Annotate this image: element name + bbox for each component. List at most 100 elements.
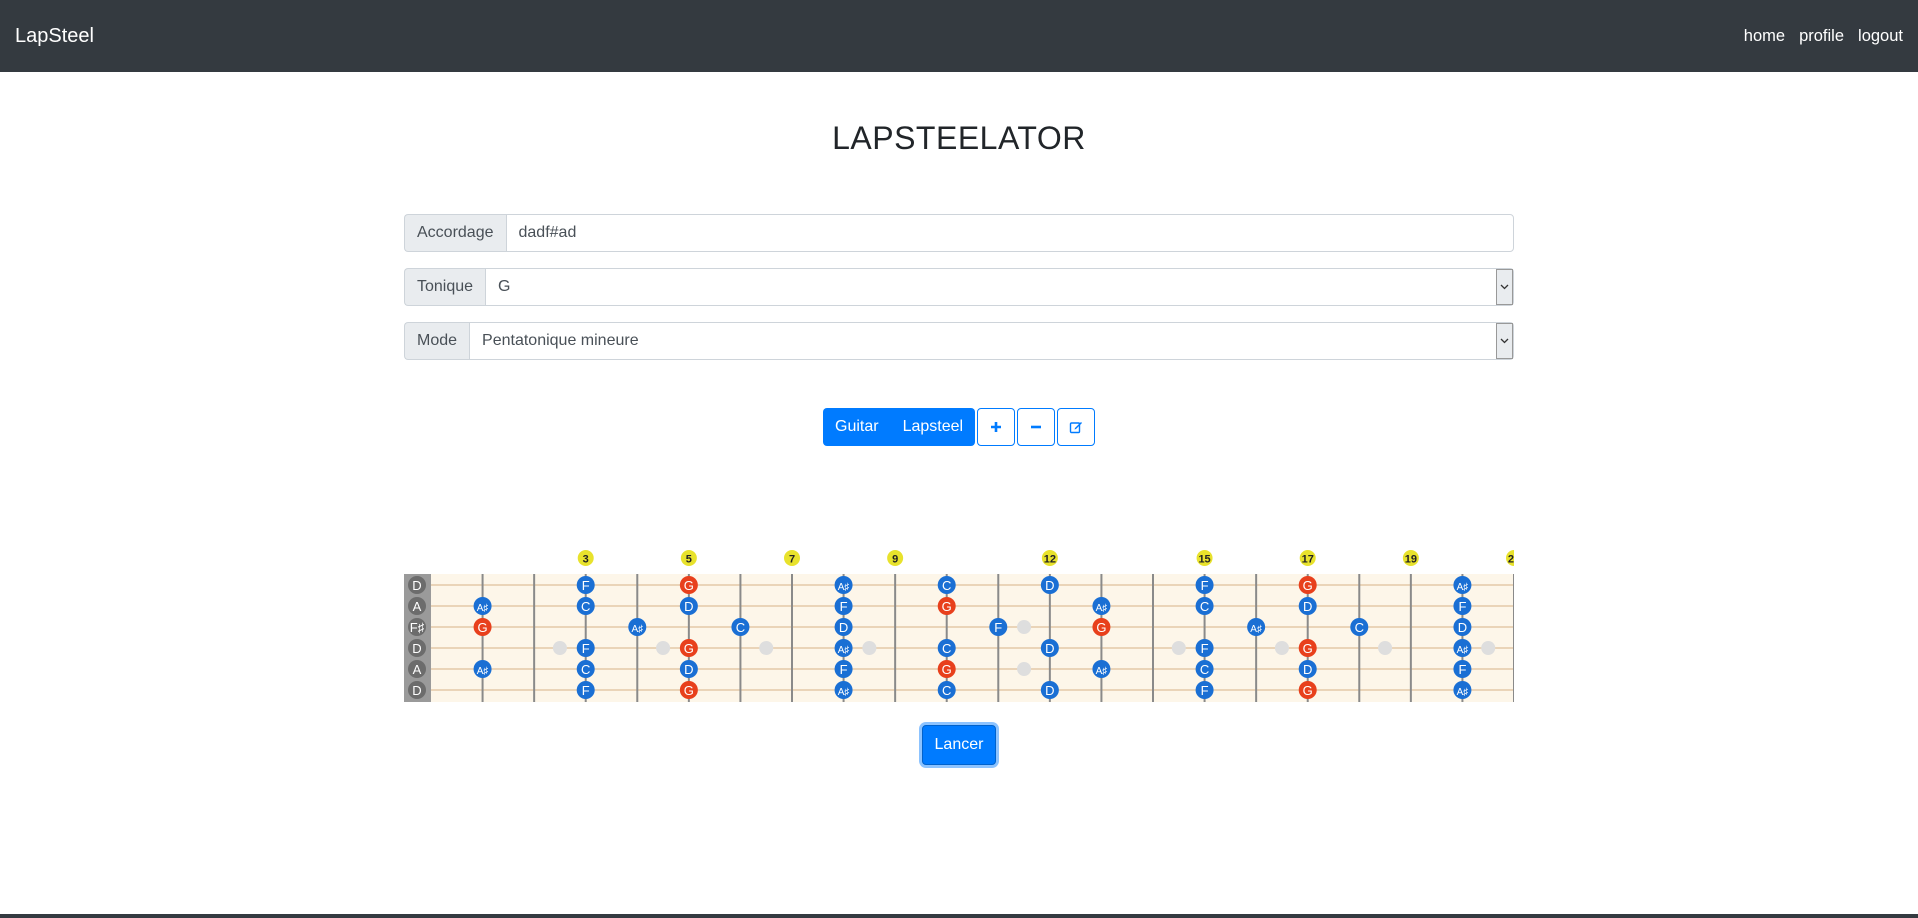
note-label: A♯ [1457,645,1469,656]
note-label: A♯ [631,624,643,635]
fretboard: 35791215171921DAF♯DADFGA♯CDFGA♯A♯CDFGA♯C… [404,540,1514,705]
note-label: F [1201,641,1209,656]
edit-button[interactable] [1057,408,1096,446]
fret-marker-label: 17 [1302,554,1314,566]
fretboard-background [431,574,1514,702]
note-label: G [684,683,694,698]
fretboard-svg: 35791215171921DAF♯DADFGA♯CDFGA♯A♯CDFGA♯C… [404,550,1514,702]
note-label: G [942,599,952,614]
note-label: G [1303,578,1313,593]
inlay-dot [759,641,774,655]
note-label: A♯ [1250,624,1262,635]
note-label: C [1200,599,1209,614]
edit-icon [1069,422,1083,434]
note-label: G [478,620,488,635]
note-label: D [1045,683,1054,698]
note-label: F [1458,662,1466,677]
note-label: F [582,578,590,593]
note-label: D [1045,578,1054,593]
launch-button[interactable]: Lancer [922,725,996,765]
inlay-dot [1274,641,1289,655]
note-label: A♯ [838,687,850,698]
note-label: G [1303,641,1313,656]
tonique-group: Tonique G [404,268,1514,306]
fret-marker-label: 5 [686,554,692,566]
open-string-label: A [413,599,422,614]
plus-icon [991,422,1002,432]
mode-select[interactable]: Pentatonique mineure [469,322,1514,360]
note-label: C [1200,662,1209,677]
fret-marker-label: 12 [1044,554,1056,566]
nav-logout-link[interactable]: logout [1858,27,1903,46]
note-label: D [684,599,693,614]
accordage-label: Accordage [404,214,506,252]
note-label: D [684,662,693,677]
note-label: F [1201,578,1209,593]
lapsteel-button[interactable]: Lapsteel [891,408,976,446]
mode-group: Mode Pentatonique mineure [404,322,1514,360]
note-label: F [582,641,590,656]
tonique-value: G [498,278,511,295]
minus-icon [1031,425,1042,429]
guitar-button[interactable]: Guitar [823,408,891,446]
brand-link[interactable]: LapSteel [15,25,94,48]
instrument-toolbar: Guitar Lapsteel [823,408,1096,446]
fret-marker-label: 3 [583,554,589,566]
note-label: C [942,578,951,593]
inlay-dot [862,641,877,655]
note-label: D [1303,662,1312,677]
nav-home-link[interactable]: home [1744,27,1785,46]
fret-marker-label: 15 [1198,554,1210,566]
open-string-label: D [412,683,421,698]
add-fret-button[interactable] [977,408,1016,446]
note-label: C [942,641,951,656]
note-label: C [581,599,590,614]
navbar: LapSteel home profile logout [0,0,1918,72]
note-label: G [684,578,694,593]
chevron-down-icon[interactable] [1496,269,1513,305]
nav-profile-link[interactable]: profile [1799,27,1844,46]
note-label: D [1458,620,1467,635]
bottom-border [0,914,1918,918]
inlay-dot [656,641,671,655]
inlay-dot [1171,641,1186,655]
note-label: A♯ [838,582,850,593]
inlay-dot [1481,641,1496,655]
accordage-group: Accordage dadf#ad [404,214,1514,252]
note-label: G [1303,683,1313,698]
fret-marker-label: 9 [892,554,898,566]
note-label: F [1458,599,1466,614]
remove-fret-button[interactable] [1017,408,1056,446]
note-label: F [582,683,590,698]
note-label: F [1201,683,1209,698]
accordage-input[interactable]: dadf#ad [505,214,1514,252]
note-label: A♯ [838,645,850,656]
open-string-label: D [412,641,421,656]
mode-value: Pentatonique mineure [482,332,639,349]
note-label: A♯ [1457,582,1469,593]
note-label: A♯ [477,666,489,677]
note-label: D [1303,599,1312,614]
inlay-dot [1017,620,1032,634]
open-string-label: A [413,662,422,677]
fret-marker-label: 7 [789,554,795,566]
note-label: G [942,662,952,677]
note-label: A♯ [1096,603,1108,614]
note-label: C [942,683,951,698]
note-label: A♯ [1457,687,1469,698]
note-label: G [684,641,694,656]
chevron-down-icon[interactable] [1496,323,1513,359]
note-label: D [1045,641,1054,656]
note-label: A♯ [1096,666,1108,677]
accordage-value: dadf#ad [518,224,577,241]
tonique-label: Tonique [404,268,486,306]
nav-links: home profile logout [1744,27,1903,46]
mode-label: Mode [404,322,470,360]
tonique-select[interactable]: G [485,268,1514,306]
inlay-dot [1017,662,1032,676]
note-label: C [736,620,745,635]
page-title: LAPSTEELATOR [832,120,1086,156]
open-string-label: D [412,578,421,593]
note-label: F [840,599,848,614]
note-label: D [839,620,848,635]
